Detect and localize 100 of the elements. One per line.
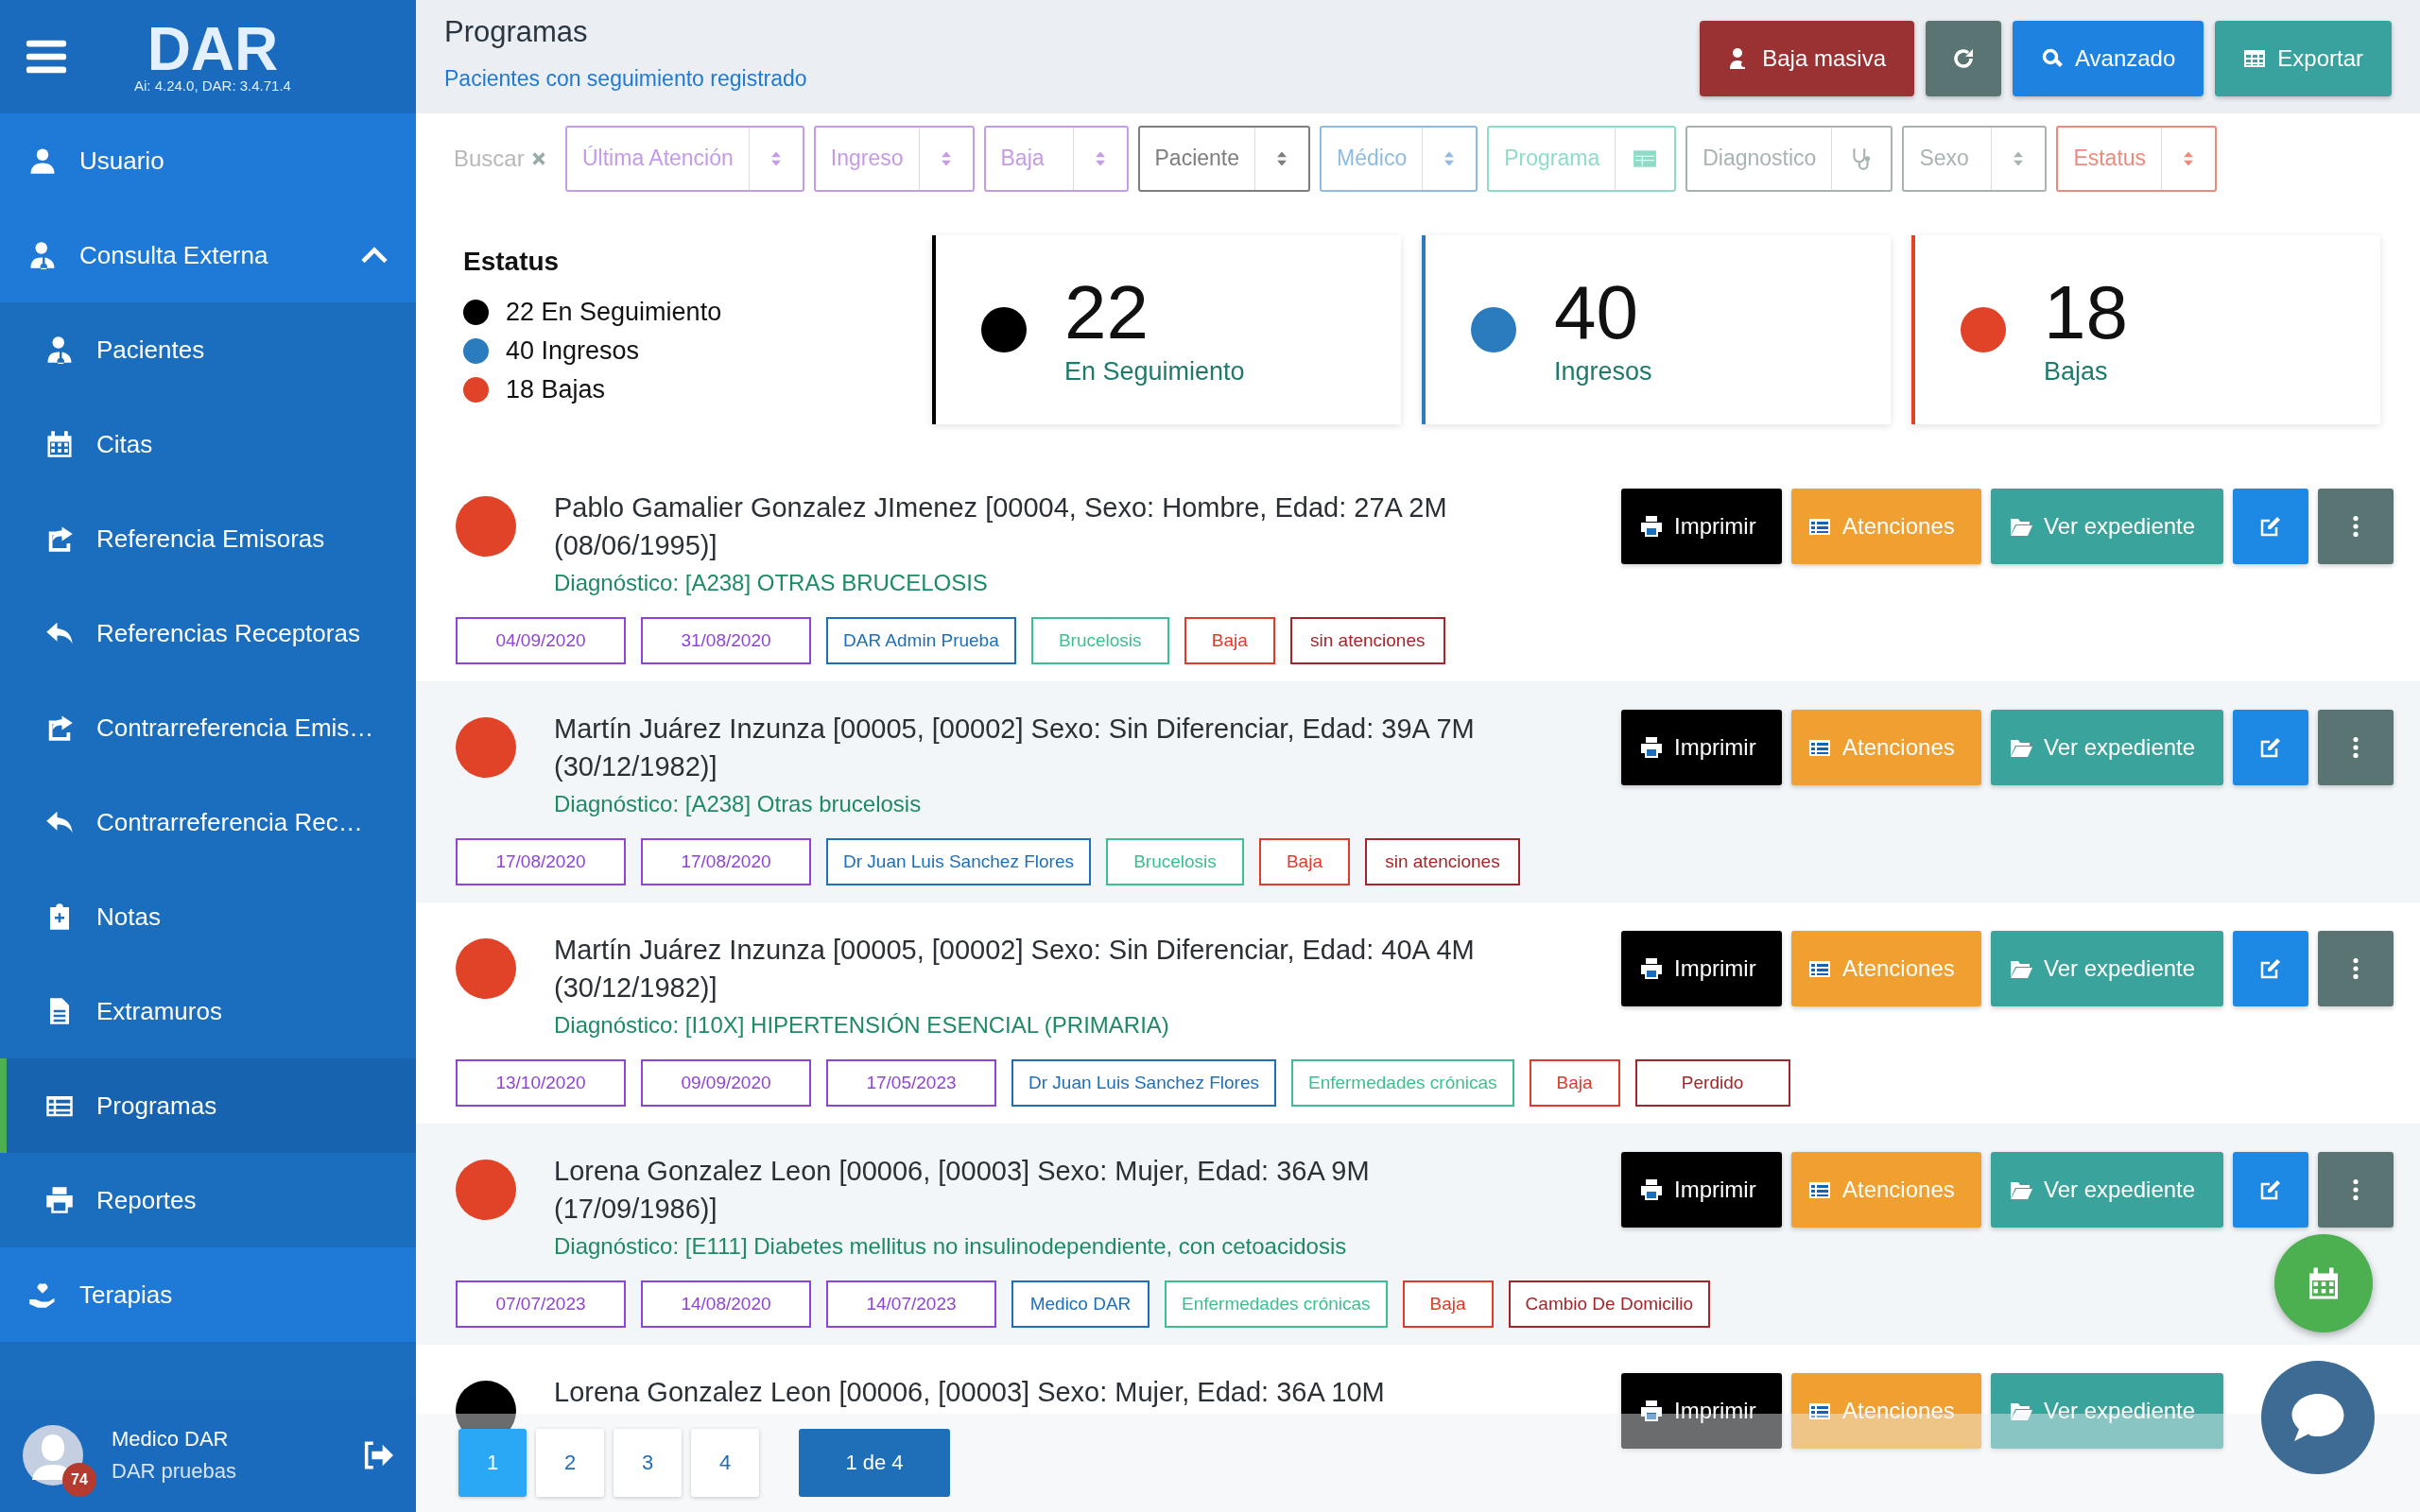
view-record-button[interactable]: Ver expediente: [1991, 489, 2223, 564]
sidebar-item[interactable]: Contrarreferencia Emis…: [0, 680, 416, 775]
more-icon: [2353, 1179, 2359, 1200]
status-label: Bajas: [2044, 356, 2109, 387]
print-button[interactable]: Imprimir: [1621, 1373, 1782, 1449]
date-tag: 13/10/2020: [456, 1059, 626, 1107]
sidebar-item[interactable]: Contrarreferencia Rec…: [0, 775, 416, 869]
edit-button[interactable]: [2233, 1152, 2308, 1228]
date-tag: 04/09/2020: [456, 617, 626, 664]
doctor-tag: Dr Juan Luis Sanchez Flores: [1011, 1059, 1276, 1107]
page-button[interactable]: 1: [458, 1429, 527, 1497]
user-name: Medico DAR: [112, 1427, 230, 1452]
reason-tag: sin atenciones: [1289, 617, 1445, 664]
filter-dropdown[interactable]: Paciente: [1137, 125, 1311, 192]
search-field[interactable]: Buscar: [454, 145, 527, 172]
edit-button[interactable]: [2233, 489, 2308, 564]
date-tag: 17/08/2020: [456, 838, 626, 885]
export-button[interactable]: Exportar: [2215, 21, 2392, 96]
legend-label: 40 Ingresos: [506, 336, 640, 366]
edit-icon: [2259, 736, 2282, 759]
printer-icon: [1640, 1400, 1663, 1422]
edit-button[interactable]: [2233, 710, 2308, 785]
edit-button[interactable]: [2233, 931, 2308, 1006]
status-count: 18: [2044, 273, 2128, 352]
sidebar-item[interactable]: Citas: [0, 397, 416, 491]
reason-tag: sin atenciones: [1364, 838, 1520, 885]
hand-heart-icon: [28, 1280, 57, 1309]
notification-badge: 74: [62, 1463, 96, 1497]
view-record-button[interactable]: Ver expediente: [1991, 710, 2223, 785]
edit-icon: [2259, 515, 2282, 538]
print-button[interactable]: Imprimir: [1621, 710, 1782, 785]
program-tag: Enfermedades crónicas: [1290, 1059, 1514, 1107]
advanced-search-button[interactable]: Avanzado: [2013, 21, 2204, 96]
patient-name: Lorena Gonzalez Leon [00006, [00003] Sexo: Mujer, Edad: 36A 10M: [554, 1376, 1386, 1409]
status-tag: Baja: [1258, 838, 1350, 885]
date-tag: 07/07/2023: [456, 1280, 626, 1328]
sidebar-item[interactable]: Consulta Externa: [0, 208, 416, 302]
status-label: En Seguimiento: [1064, 356, 1245, 387]
bulk-remove-button[interactable]: Baja masiva: [1700, 21, 1914, 96]
sidebar-item[interactable]: Extramuros: [0, 964, 416, 1058]
patient-name: Martín Juárez Inzunza [00005, [00002] Sexo: Sin Diferenciar, Edad: 40A 4M (30/12/1982)]: [554, 934, 1476, 1005]
diagnosis-text: Diagnóstico: [I10X] HIPERTENSIÓN ESENCIAL (PRIMARIA): [554, 1012, 1170, 1039]
legend-label: 22 En Seguimiento: [506, 298, 722, 327]
date-tag: 14/08/2020: [641, 1280, 811, 1328]
status-tag: Baja: [1184, 617, 1275, 664]
doctor-tag: Dr Juan Luis Sanchez Flores: [826, 838, 1091, 885]
refresh-icon: [1952, 47, 1975, 70]
edit-icon: [2259, 1178, 2282, 1201]
sidebar-item[interactable]: Pacientes: [0, 302, 416, 397]
table-icon: [2243, 47, 2267, 70]
page-button[interactable]: 3: [614, 1429, 682, 1497]
patient-name: Pablo Gamalier Gonzalez JImenez [00004, Sexo: Hombre, Edad: 27A 2M (08/06/1995)]: [554, 491, 1448, 562]
reason-tag: Cambio De Domicilio: [1508, 1280, 1710, 1328]
sidebar-item[interactable]: Terapias: [0, 1247, 416, 1342]
refresh-button[interactable]: [1926, 21, 2001, 96]
filter-dropdown[interactable]: Ingreso: [813, 125, 975, 192]
date-tag: 31/08/2020: [641, 617, 811, 664]
print-button[interactable]: Imprimir: [1621, 489, 1782, 564]
doctor-tag: Medico DAR: [1011, 1280, 1150, 1328]
sidebar-item[interactable]: Referencia Emisoras: [0, 491, 416, 586]
doctor-tag: DAR Admin Prueba: [826, 617, 1016, 664]
page-summary: 1 de 4: [799, 1429, 950, 1497]
page-button[interactable]: 4: [691, 1429, 759, 1497]
more-icon: [2353, 516, 2359, 537]
reason-tag: Perdido: [1634, 1059, 1790, 1107]
filter-dropdown[interactable]: Baja: [983, 125, 1129, 192]
printer-icon: [1640, 1178, 1663, 1201]
sidebar-item[interactable]: Usuario: [0, 113, 416, 208]
print-button[interactable]: Imprimir: [1621, 1152, 1782, 1228]
edit-icon: [2259, 957, 2282, 980]
patient-name: Lorena Gonzalez Leon [00006, [00003] Sexo: Mujer, Edad: 36A 9M (17/09/1986)]: [554, 1155, 1371, 1226]
calendar-icon: [2307, 1266, 2341, 1300]
sidebar-item[interactable]: Referencias Receptoras: [0, 586, 416, 680]
sidebar-item[interactable]: Notas: [0, 869, 416, 964]
filter-dropdown[interactable]: Última Atención: [565, 125, 804, 192]
version-text: Ai: 4.24.0, DAR: 3.4.71.4: [134, 77, 291, 94]
program-tag: Brucelosis: [1105, 838, 1244, 885]
status-title: Estatus: [463, 247, 561, 277]
calendar-icon: [45, 430, 74, 458]
doctor-icon: [45, 335, 74, 364]
printer-icon: [1640, 515, 1663, 538]
sidebar-item[interactable]: Reportes: [0, 1153, 416, 1247]
more-icon: [2353, 958, 2359, 979]
print-button[interactable]: Imprimir: [1621, 931, 1782, 1006]
view-record-button[interactable]: Ver expediente: [1991, 1373, 2223, 1449]
program-tag: Enfermedades crónicas: [1165, 1280, 1388, 1328]
legend-label: 18 Bajas: [506, 375, 606, 404]
sidebar-item[interactable]: Programas: [0, 1058, 416, 1153]
user-icon: [28, 146, 57, 175]
page-title: Programas: [444, 15, 589, 49]
more-icon: [2353, 737, 2359, 758]
date-tag: 17/05/2023: [826, 1059, 996, 1107]
page-button[interactable]: 2: [536, 1429, 604, 1497]
search-icon: [2041, 47, 2064, 70]
view-record-button[interactable]: Ver expediente: [1991, 1152, 2223, 1228]
diagnosis-text: Diagnóstico: [A238] Otras brucelosis: [554, 791, 923, 817]
filter-dropdown[interactable]: Estatus: [2056, 125, 2218, 192]
view-record-button[interactable]: Ver expediente: [1991, 931, 2223, 1006]
diagnosis-text: Diagnóstico: [E111] Diabetes mellitus no insulinodependiente, con cetoacidosis: [554, 1233, 1348, 1260]
date-tag: 14/07/2023: [826, 1280, 996, 1328]
